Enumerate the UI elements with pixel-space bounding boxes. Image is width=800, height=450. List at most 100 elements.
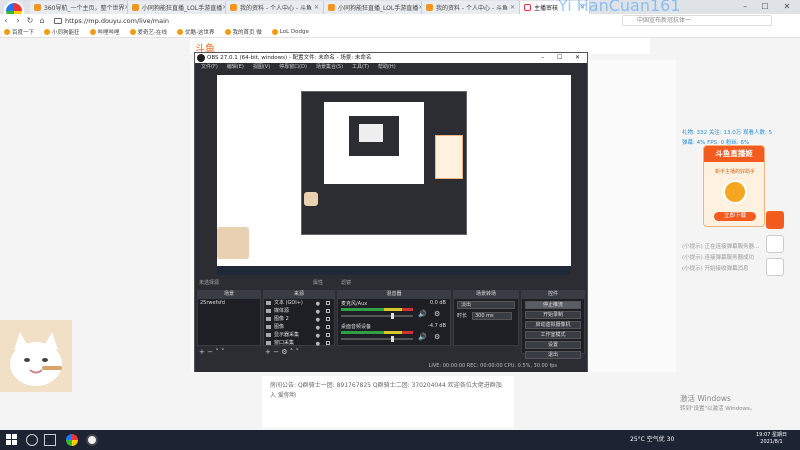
obs-preview-canvas[interactable] [217, 75, 571, 275]
add-icon[interactable]: + [265, 348, 271, 356]
settings-button[interactable]: 设置 [525, 341, 581, 349]
douyu-live-assistant-ad[interactable]: 斗鱼直播姬 新手主播的好助手 立即下载 [703, 145, 765, 227]
ad-download-button[interactable]: 立即下载 [714, 212, 756, 221]
audio-level-meter [341, 308, 413, 311]
share-icon[interactable] [766, 258, 784, 276]
browser-tab[interactable]: 我的资料 - 个人中心 - 斗鱼 ✕ [226, 1, 324, 14]
windows-start-icon[interactable] [6, 434, 18, 446]
side-message: (小提示) 连接弹幕服务器成功 [682, 255, 755, 261]
obs-properties-tab[interactable]: 属性 [313, 279, 323, 287]
obs-menu-view[interactable]: 视图(V) [253, 63, 270, 72]
obs-taskbar-icon[interactable] [86, 434, 98, 446]
stop-streaming-button[interactable]: 停止推流 [525, 301, 581, 309]
obs-menu-bar: 文件(F) 编辑(E) 视图(V) 停靠窗口(D) 场景集合(S) 工具(T) … [195, 63, 587, 72]
volume-slider[interactable] [341, 313, 413, 319]
remove-icon[interactable]: − [273, 348, 279, 356]
bookmark-item[interactable]: 百度一下 [4, 28, 34, 36]
system-tray-weather[interactable]: 25°C 空气优 30 [630, 434, 674, 443]
mixer-channel: 麦克风/Aux 0.0 dB 🔊 ⚙ [338, 299, 450, 322]
source-item[interactable]: 窗口采集 ● [264, 339, 334, 347]
obs-menu-scene-collection[interactable]: 场景集合(S) [316, 63, 343, 72]
source-settings-gear-icon[interactable]: ⚙ [281, 348, 287, 356]
image-source-icon [266, 325, 271, 329]
mixer-settings-gear-icon[interactable]: ⚙ [434, 310, 440, 318]
remove-icon[interactable]: − [207, 348, 213, 356]
obs-window[interactable]: OBS 27.0.1 (64-bit, windows) - 配置文件: 未命名… [194, 52, 588, 372]
home-side-icon[interactable] [766, 235, 784, 253]
browser-tab[interactable]: 小同狗能狂直播_LOL手游直播✕ [324, 1, 422, 14]
task-view-icon[interactable] [44, 434, 56, 446]
source-item[interactable]: 图像 2 ● [264, 315, 334, 323]
url-input[interactable]: https://mp.douyu.com/live/main [65, 17, 169, 25]
back-icon[interactable]: ‹ [0, 16, 12, 25]
obs-menu-help[interactable]: 帮助(H) [378, 63, 396, 72]
lock-source-icon[interactable] [326, 309, 330, 313]
move-up-icon[interactable]: ˄ [290, 348, 294, 356]
source-item[interactable]: 显示器采集 ● [264, 331, 334, 339]
start-recording-button[interactable]: 开始录制 [525, 311, 581, 319]
mixer-settings-gear-icon[interactable]: ⚙ [434, 333, 440, 341]
obs-close-icon[interactable]: ✕ [575, 53, 580, 63]
lock-source-icon[interactable] [326, 317, 330, 321]
bookmark-item[interactable]: 爱奇艺-在线 [129, 28, 167, 36]
tab-label: 小同狗能狂直播_LOL手游直播 [142, 5, 223, 12]
bookmark-item[interactable]: 哔哩哔哩 [89, 28, 120, 36]
obs-menu-dock[interactable]: 停靠窗口(D) [279, 63, 307, 72]
ad-title: 斗鱼直播姬 [704, 146, 764, 162]
scene-toolbar: + − ˄ ˅ [199, 348, 224, 357]
start-virtual-camera-button[interactable]: 启动虚拟摄像机 [525, 321, 581, 329]
obs-minimize-icon[interactable]: – [541, 53, 544, 63]
browser-search-input[interactable]: 中国宣布新冠抗体一 [622, 15, 772, 26]
scene-item[interactable]: 25rwefsfd [198, 299, 260, 307]
browser-tab[interactable]: 360导航_一个主页，整个世界✕ [30, 1, 128, 14]
transition-select[interactable]: 淡出 [457, 301, 515, 309]
obs-title-bar[interactable]: OBS 27.0.1 (64-bit, windows) - 配置文件: 未命名… [195, 53, 587, 63]
studio-mode-button[interactable]: 工作室模式 [525, 331, 581, 339]
window-maximize-icon[interactable]: ☐ [756, 0, 774, 14]
search-icon[interactable] [26, 434, 38, 446]
forward-icon[interactable]: › [12, 16, 24, 25]
360-browser-taskbar-icon[interactable] [66, 434, 78, 446]
bookmark-item[interactable]: 小同狗能狂 [44, 28, 80, 36]
window-minimize-icon[interactable]: – [736, 0, 754, 14]
tab-close-icon[interactable]: ✕ [314, 4, 319, 11]
volume-slider-handle[interactable] [391, 313, 394, 319]
volume-slider[interactable] [341, 336, 413, 342]
source-item[interactable]: 图像 ● [264, 323, 334, 331]
obs-maximize-icon[interactable]: ☐ [557, 53, 562, 63]
source-item[interactable]: 文本 (GDI+) ● [264, 299, 334, 307]
tab-favicon-icon [426, 4, 433, 11]
lock-source-icon[interactable] [326, 301, 330, 305]
speaker-icon[interactable]: 🔊 [418, 310, 427, 318]
obs-menu-edit[interactable]: 编辑(E) [227, 63, 244, 72]
source-item[interactable]: 媒体源 ● [264, 307, 334, 315]
home-icon[interactable]: ⌂ [36, 16, 48, 25]
move-down-icon[interactable]: ˅ [295, 348, 299, 356]
system-clock[interactable]: 19:07 星期日 2021/8/1 [756, 432, 787, 446]
lock-source-icon[interactable] [326, 325, 330, 329]
volume-slider-handle[interactable] [391, 336, 394, 342]
play-icon[interactable] [766, 211, 784, 229]
reload-icon[interactable]: ↻ [24, 16, 36, 25]
bookmark-item[interactable]: LoL Dodge [271, 29, 309, 35]
bookmark-item[interactable]: 我的首页 微 [224, 28, 262, 36]
obs-menu-file[interactable]: 文件(F) [201, 63, 218, 72]
exit-button[interactable]: 退出 [525, 351, 581, 359]
window-close-icon[interactable]: ✕ [778, 0, 796, 14]
lock-source-icon[interactable] [326, 333, 330, 337]
visibility-eye-icon[interactable]: ● [316, 340, 320, 348]
speaker-icon[interactable]: 🔊 [418, 333, 427, 341]
bookmark-item[interactable]: 优酷-这世界 [177, 28, 215, 36]
browser-tab[interactable]: 小同狗能狂直播_LOL手游直播✕ [128, 1, 226, 14]
lock-source-icon[interactable] [326, 341, 330, 345]
obs-menu-tools[interactable]: 工具(T) [352, 63, 369, 72]
move-down-icon[interactable]: ˅ [221, 348, 225, 356]
add-icon[interactable]: + [199, 348, 205, 356]
move-up-icon[interactable]: ˄ [215, 348, 219, 356]
bookmark-label: 我的首页 微 [232, 30, 262, 36]
browser-tab[interactable]: 我的资料 - 个人中心 - 斗鱼 ✕ [422, 1, 520, 14]
obs-filters-tab[interactable]: 滤镜 [341, 279, 351, 287]
transitions-dock-header: 场景转场 [453, 290, 519, 298]
tab-close-icon[interactable]: ✕ [510, 4, 515, 11]
duration-input[interactable]: 300 ms [472, 312, 512, 320]
